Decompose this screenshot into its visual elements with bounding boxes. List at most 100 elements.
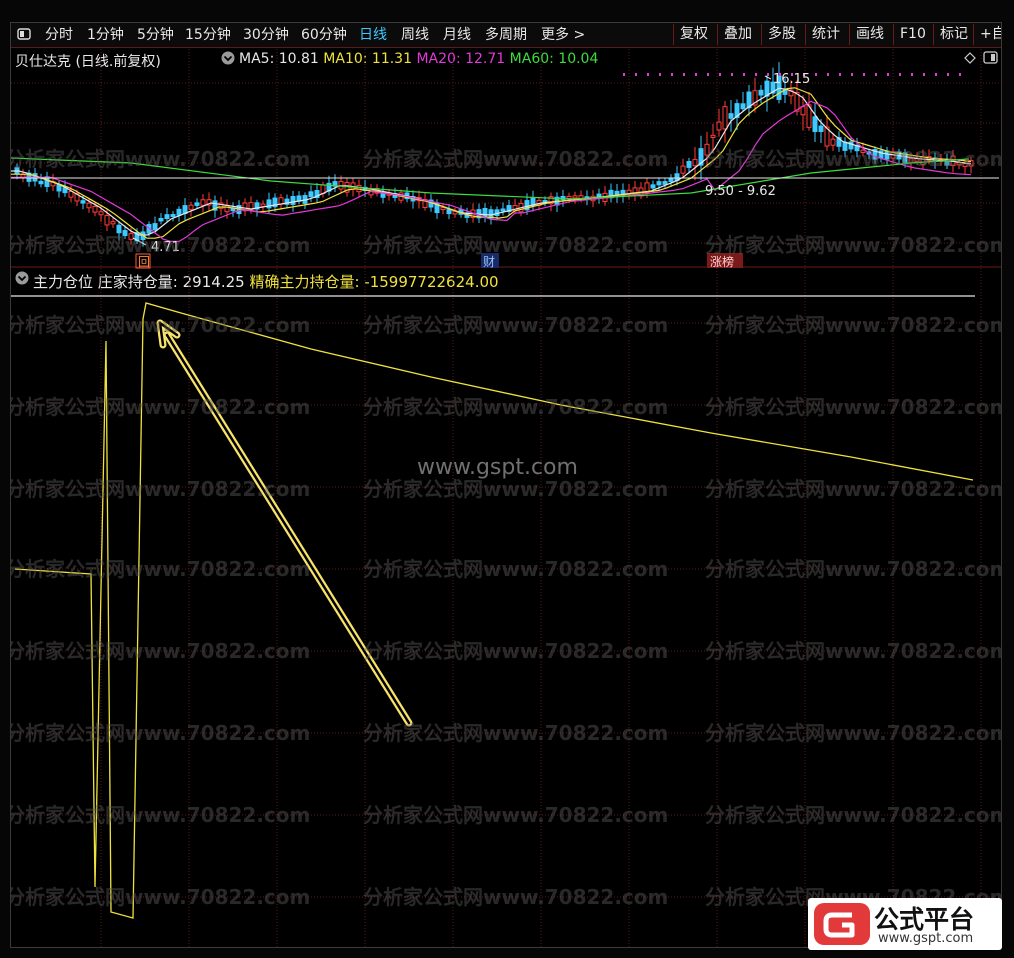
- candle: [884, 146, 890, 165]
- range-label: 9.50 - 9.62: [705, 184, 776, 199]
- high-label: 16.15: [773, 72, 810, 87]
- candle: [182, 198, 188, 220]
- candle: [116, 220, 122, 241]
- candle: [44, 171, 50, 193]
- candle: [620, 183, 626, 203]
- signal-dot: [671, 73, 673, 76]
- candle: [38, 173, 44, 188]
- candle: [212, 195, 218, 218]
- marker-cai-text: 财: [483, 255, 495, 269]
- indicator-line: [14, 302, 974, 919]
- candle: [320, 181, 326, 198]
- candle: [764, 75, 770, 112]
- candle: [596, 188, 602, 204]
- candle: [206, 192, 212, 212]
- signal-dot: [851, 73, 853, 76]
- candle: [218, 196, 224, 216]
- signal-dot: [695, 73, 697, 76]
- candle: [704, 131, 710, 168]
- signal-dot: [911, 73, 913, 76]
- signal-dot: [743, 73, 745, 76]
- candle: [968, 157, 974, 174]
- candle: [530, 190, 536, 212]
- candle: [722, 100, 728, 143]
- candle: [158, 213, 164, 225]
- candle: [200, 194, 206, 213]
- candle: [878, 145, 884, 163]
- candle: [278, 193, 284, 210]
- candle: [608, 183, 614, 203]
- candle: [458, 205, 464, 218]
- candle: [806, 91, 812, 131]
- candle: [836, 131, 842, 152]
- high-pointer: [764, 75, 772, 80]
- candle: [20, 168, 26, 183]
- signal-dot: [887, 73, 889, 76]
- marker-cai: 财: [481, 253, 499, 269]
- signal-dot: [947, 73, 949, 76]
- annotation-arrow: [156, 319, 413, 727]
- signal-dot: [707, 73, 709, 76]
- candle: [740, 91, 746, 112]
- signal-dot: [863, 73, 865, 76]
- signal-dot: [875, 73, 877, 76]
- signal-dot: [623, 73, 625, 76]
- marker-hui: 回: [135, 253, 151, 269]
- signal-dot: [719, 73, 721, 76]
- signal-dot: [767, 73, 769, 76]
- signal-dot: [683, 73, 685, 76]
- candle: [272, 193, 278, 212]
- candle: [824, 114, 830, 151]
- candle: [506, 199, 512, 215]
- candle: [614, 183, 620, 203]
- candle: [404, 187, 410, 203]
- logo-url: www.gspt.com: [878, 931, 974, 946]
- candle: [446, 204, 452, 220]
- candle: [452, 207, 458, 218]
- candle: [698, 135, 704, 181]
- signal-dot: [839, 73, 841, 76]
- candle: [164, 207, 170, 223]
- candle: [242, 198, 248, 217]
- signal-dot: [635, 73, 637, 76]
- candle: [332, 174, 338, 193]
- candle: [500, 202, 506, 216]
- signal-dot: [815, 73, 817, 76]
- signal-dot: [899, 73, 901, 76]
- candle: [284, 194, 290, 208]
- stock-chart-app: 分时 1分钟 5分钟 15分钟 30分钟 60分钟 日线 周线 月线 多周期 更…: [10, 22, 1002, 948]
- candle: [170, 211, 176, 222]
- candle: [380, 185, 386, 204]
- chart-grid: [11, 49, 1001, 947]
- candle: [716, 108, 722, 137]
- signal-dot: [647, 73, 649, 76]
- signal-dot: [731, 73, 733, 76]
- marker-hui-text: 回: [138, 255, 150, 269]
- marker-zhangbang: 涨榜: [707, 253, 743, 269]
- candle: [386, 189, 392, 201]
- chart-canvas[interactable]: 16.15 4.71 9.50 - 9.62 回 财 涨榜: [11, 23, 1002, 948]
- logo-g-icon: [814, 903, 870, 945]
- candle: [176, 206, 182, 222]
- candle: [842, 137, 848, 158]
- candle: [746, 84, 752, 117]
- candle: [812, 102, 818, 143]
- window-frame: 分时 1分钟 5分钟 15分钟 30分钟 60分钟 日线 周线 月线 多周期 更…: [0, 0, 1014, 958]
- candle: [572, 191, 578, 204]
- candle: [638, 182, 644, 200]
- candle: [230, 202, 236, 217]
- low-annotation: 4.71: [132, 237, 180, 255]
- low-label: 4.71: [151, 240, 180, 255]
- signal-dot: [827, 73, 829, 76]
- candle: [296, 191, 302, 205]
- signal-dot: [659, 73, 661, 76]
- candle: [194, 198, 200, 209]
- candle: [314, 182, 320, 203]
- candle: [482, 203, 488, 223]
- candle: [626, 183, 632, 200]
- signal-dot: [755, 73, 757, 76]
- signal-dot: [959, 73, 961, 76]
- signal-dot: [923, 73, 925, 76]
- candle: [632, 181, 638, 201]
- signal-dot: [935, 73, 937, 76]
